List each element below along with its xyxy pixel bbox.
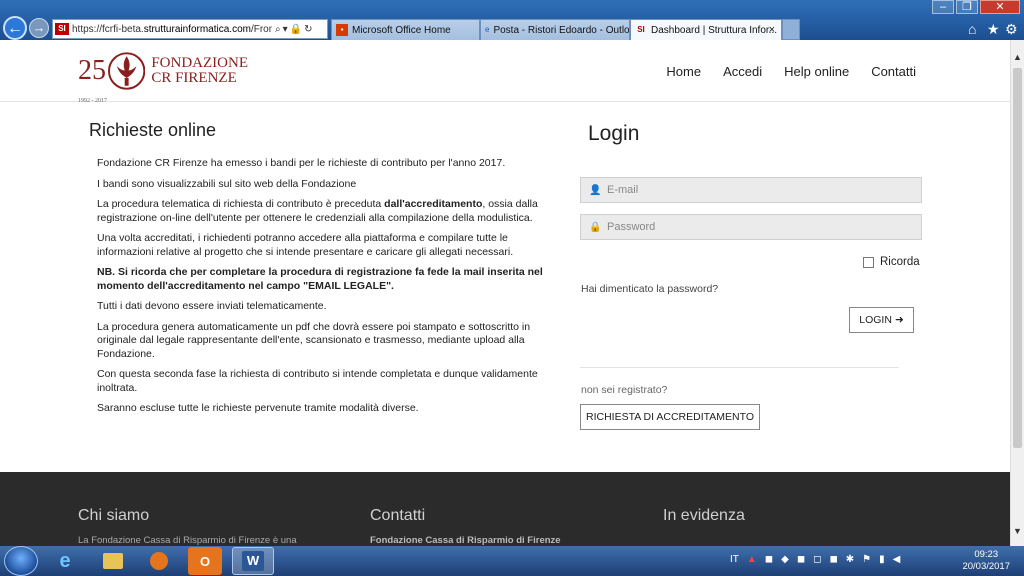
office-icon: ▪ — [336, 24, 348, 36]
remember-checkbox[interactable] — [863, 256, 874, 268]
tab-label: Microsoft Office Home — [352, 24, 451, 36]
dropdown-icon[interactable]: ▾ — [283, 24, 290, 35]
back-arrow-icon[interactable]: ← — [3, 16, 27, 40]
site-footer: Chi siamo La Fondazione Cassa di Risparm… — [0, 472, 1010, 546]
fondazione-logo[interactable]: 25 1992 - 2017 FONDAZIONE CR FIRENZE — [78, 46, 248, 105]
paragraph: Fondazione CR Firenze ha emesso i bandi … — [97, 157, 506, 169]
vertical-scrollbar[interactable]: ▲ ▼ — [1010, 40, 1024, 546]
system-tray: IT ▲ ◼ ◆ ◼ ◻ ◼ ✱ ⚑ ▮ ◀ — [730, 554, 900, 565]
logo-anniversary: 25 1992 - 2017 — [78, 55, 107, 105]
lock-icon: 🔒 — [589, 221, 602, 233]
tab-outlook[interactable]: e Posta - Ristori Edoardo - Outlo... — [480, 19, 630, 40]
online-requests-section: Richieste online Fondazione CR Firenze h… — [89, 120, 549, 423]
home-icon[interactable]: ⌂ — [968, 21, 976, 37]
taskbar: e O W IT ▲ ◼ ◆ ◼ ◻ ◼ ✱ ⚑ ▮ ◀ 09:23 20/03… — [0, 546, 1024, 576]
refresh-icon[interactable]: ↻ — [304, 24, 314, 35]
tray-app-icon[interactable]: ◻ — [813, 554, 821, 565]
tray-app-icon[interactable]: ◼ — [797, 554, 805, 565]
site-favicon: SI — [55, 23, 69, 35]
settings-gear-icon[interactable]: ⚙ — [1005, 21, 1018, 38]
paragraph: Una volta accreditati, i richiedenti pot… — [97, 232, 514, 258]
paragraph: Con questa seconda fase la richiesta di … — [97, 368, 538, 394]
nav-help-online[interactable]: Help online — [784, 64, 849, 79]
remember-me[interactable]: Ricorda — [863, 256, 920, 268]
not-registered-text: non sei registrato? — [581, 384, 668, 396]
divider — [580, 367, 899, 368]
email-placeholder: E-mail — [607, 184, 639, 196]
clock[interactable]: 09:23 20/03/2017 — [962, 549, 1010, 573]
ie-taskbar-icon[interactable]: e — [44, 547, 86, 575]
paragraph: La procedura telematica di richiesta di … — [97, 198, 538, 224]
paragraph: I bandi sono visualizzabili sul sito web… — [97, 177, 357, 190]
tray-app-icon[interactable]: ◼ — [829, 554, 837, 565]
forward-arrow-icon[interactable]: → — [29, 18, 49, 38]
arrow-circle-right-icon: ➜ — [894, 314, 904, 326]
scroll-up-icon[interactable]: ▲ — [1011, 50, 1024, 64]
forgot-password-link[interactable]: Hai dimenticato la password? — [581, 283, 718, 295]
site-header: 25 1992 - 2017 FONDAZIONE CR FIRENZE Hom… — [0, 40, 1010, 105]
media-player-icon[interactable] — [138, 547, 180, 575]
nav-contatti[interactable]: Contatti — [871, 64, 916, 79]
login-title: Login — [588, 122, 640, 145]
scroll-thumb[interactable] — [1013, 68, 1022, 448]
password-field[interactable]: 🔒 Password — [580, 214, 922, 240]
tray-app-icon[interactable]: ◆ — [781, 554, 789, 565]
flag-icon[interactable]: ⚑ — [862, 554, 871, 565]
volume-icon[interactable]: ◀ — [893, 554, 901, 565]
logo-name: FONDAZIONE CR FIRENZE — [151, 55, 248, 86]
email-field[interactable]: 👤 E-mail — [580, 177, 922, 203]
pdf-tray-icon[interactable]: ▲ — [747, 554, 757, 565]
nav-accedi[interactable]: Accedi — [723, 64, 762, 79]
remember-label: Ricorda — [880, 256, 920, 268]
section-body: Fondazione CR Firenze ha emesso i bandi … — [89, 157, 549, 416]
explorer-folder-icon[interactable] — [92, 547, 134, 575]
paragraph: Saranno escluse tutte le richieste perve… — [97, 402, 419, 414]
paragraph: Tutti i dati devono essere inviati telem… — [97, 300, 327, 312]
word-icon[interactable]: W — [232, 547, 274, 575]
address-bar[interactable]: SI https://fcrfi-beta.strutturainformati… — [52, 19, 328, 39]
start-button[interactable] — [4, 546, 38, 576]
tab-close-icon[interactable]: × — [769, 24, 775, 36]
window-controls: – ❐ ✕ — [932, 0, 1020, 14]
network-signal-icon[interactable]: ▮ — [879, 554, 885, 565]
window-close-button[interactable]: ✕ — [980, 0, 1020, 14]
web-page: 25 1992 - 2017 FONDAZIONE CR FIRENZE Hom… — [0, 40, 1010, 546]
browser-chrome: – ❐ ✕ ← → SI https://fcrfi-beta.struttur… — [0, 0, 1024, 40]
favorites-star-icon[interactable]: ★ — [987, 21, 1000, 38]
outlook-icon[interactable]: O — [188, 547, 222, 575]
ie-icon: e — [485, 25, 490, 34]
language-indicator[interactable]: IT — [730, 554, 739, 565]
si-tab-icon: SI — [637, 25, 645, 34]
nav-home[interactable]: Home — [666, 64, 701, 79]
lily-crest-icon — [108, 52, 146, 90]
tab-dashboard[interactable]: SI Dashboard | Struttura Infor... × — [630, 19, 782, 40]
tab-office-home[interactable]: ▪ Microsoft Office Home — [331, 19, 480, 40]
tray-app-icon[interactable]: ◼ — [765, 554, 773, 565]
footer-in-evidenza: In evidenza — [663, 507, 745, 524]
nb-paragraph: NB. Si ricorda che per completare la pro… — [97, 266, 543, 292]
address-tools: ⌕▾🔒↻ — [275, 24, 314, 35]
new-tab-button[interactable] — [782, 19, 800, 40]
paragraph: La procedura genera automaticamente un p… — [97, 320, 531, 360]
bluetooth-icon[interactable]: ✱ — [846, 554, 854, 565]
footer-chi-siamo: Chi siamo La Fondazione Cassa di Risparm… — [78, 507, 297, 546]
tab-label: Posta - Ristori Edoardo - Outlo... — [493, 24, 630, 36]
minimize-button[interactable]: – — [932, 0, 954, 14]
tab-label: Dashboard | Struttura Infor... — [651, 24, 777, 36]
main-nav: Home Accedi Help online Contatti — [666, 64, 916, 79]
scroll-down-icon[interactable]: ▼ — [1011, 524, 1024, 538]
user-icon: 👤 — [589, 184, 602, 196]
section-title: Richieste online — [89, 120, 217, 140]
password-placeholder: Password — [607, 221, 656, 233]
footer-contatti: Contatti Fondazione Cassa di Risparmio d… — [370, 507, 561, 546]
search-icon[interactable]: ⌕ — [275, 24, 283, 35]
accreditation-request-button[interactable]: RICHIESTA DI ACCREDITAMENTO — [580, 404, 760, 430]
address-url[interactable]: https://fcrfi-beta.strutturainformatica.… — [72, 24, 272, 35]
clock-time: 09:23 — [974, 549, 999, 560]
lock-icon[interactable]: 🔒 — [290, 24, 304, 35]
clock-date: 20/03/2017 — [962, 561, 1010, 572]
login-button[interactable]: LOGIN ➜ — [849, 307, 914, 333]
maximize-button[interactable]: ❐ — [956, 0, 978, 14]
